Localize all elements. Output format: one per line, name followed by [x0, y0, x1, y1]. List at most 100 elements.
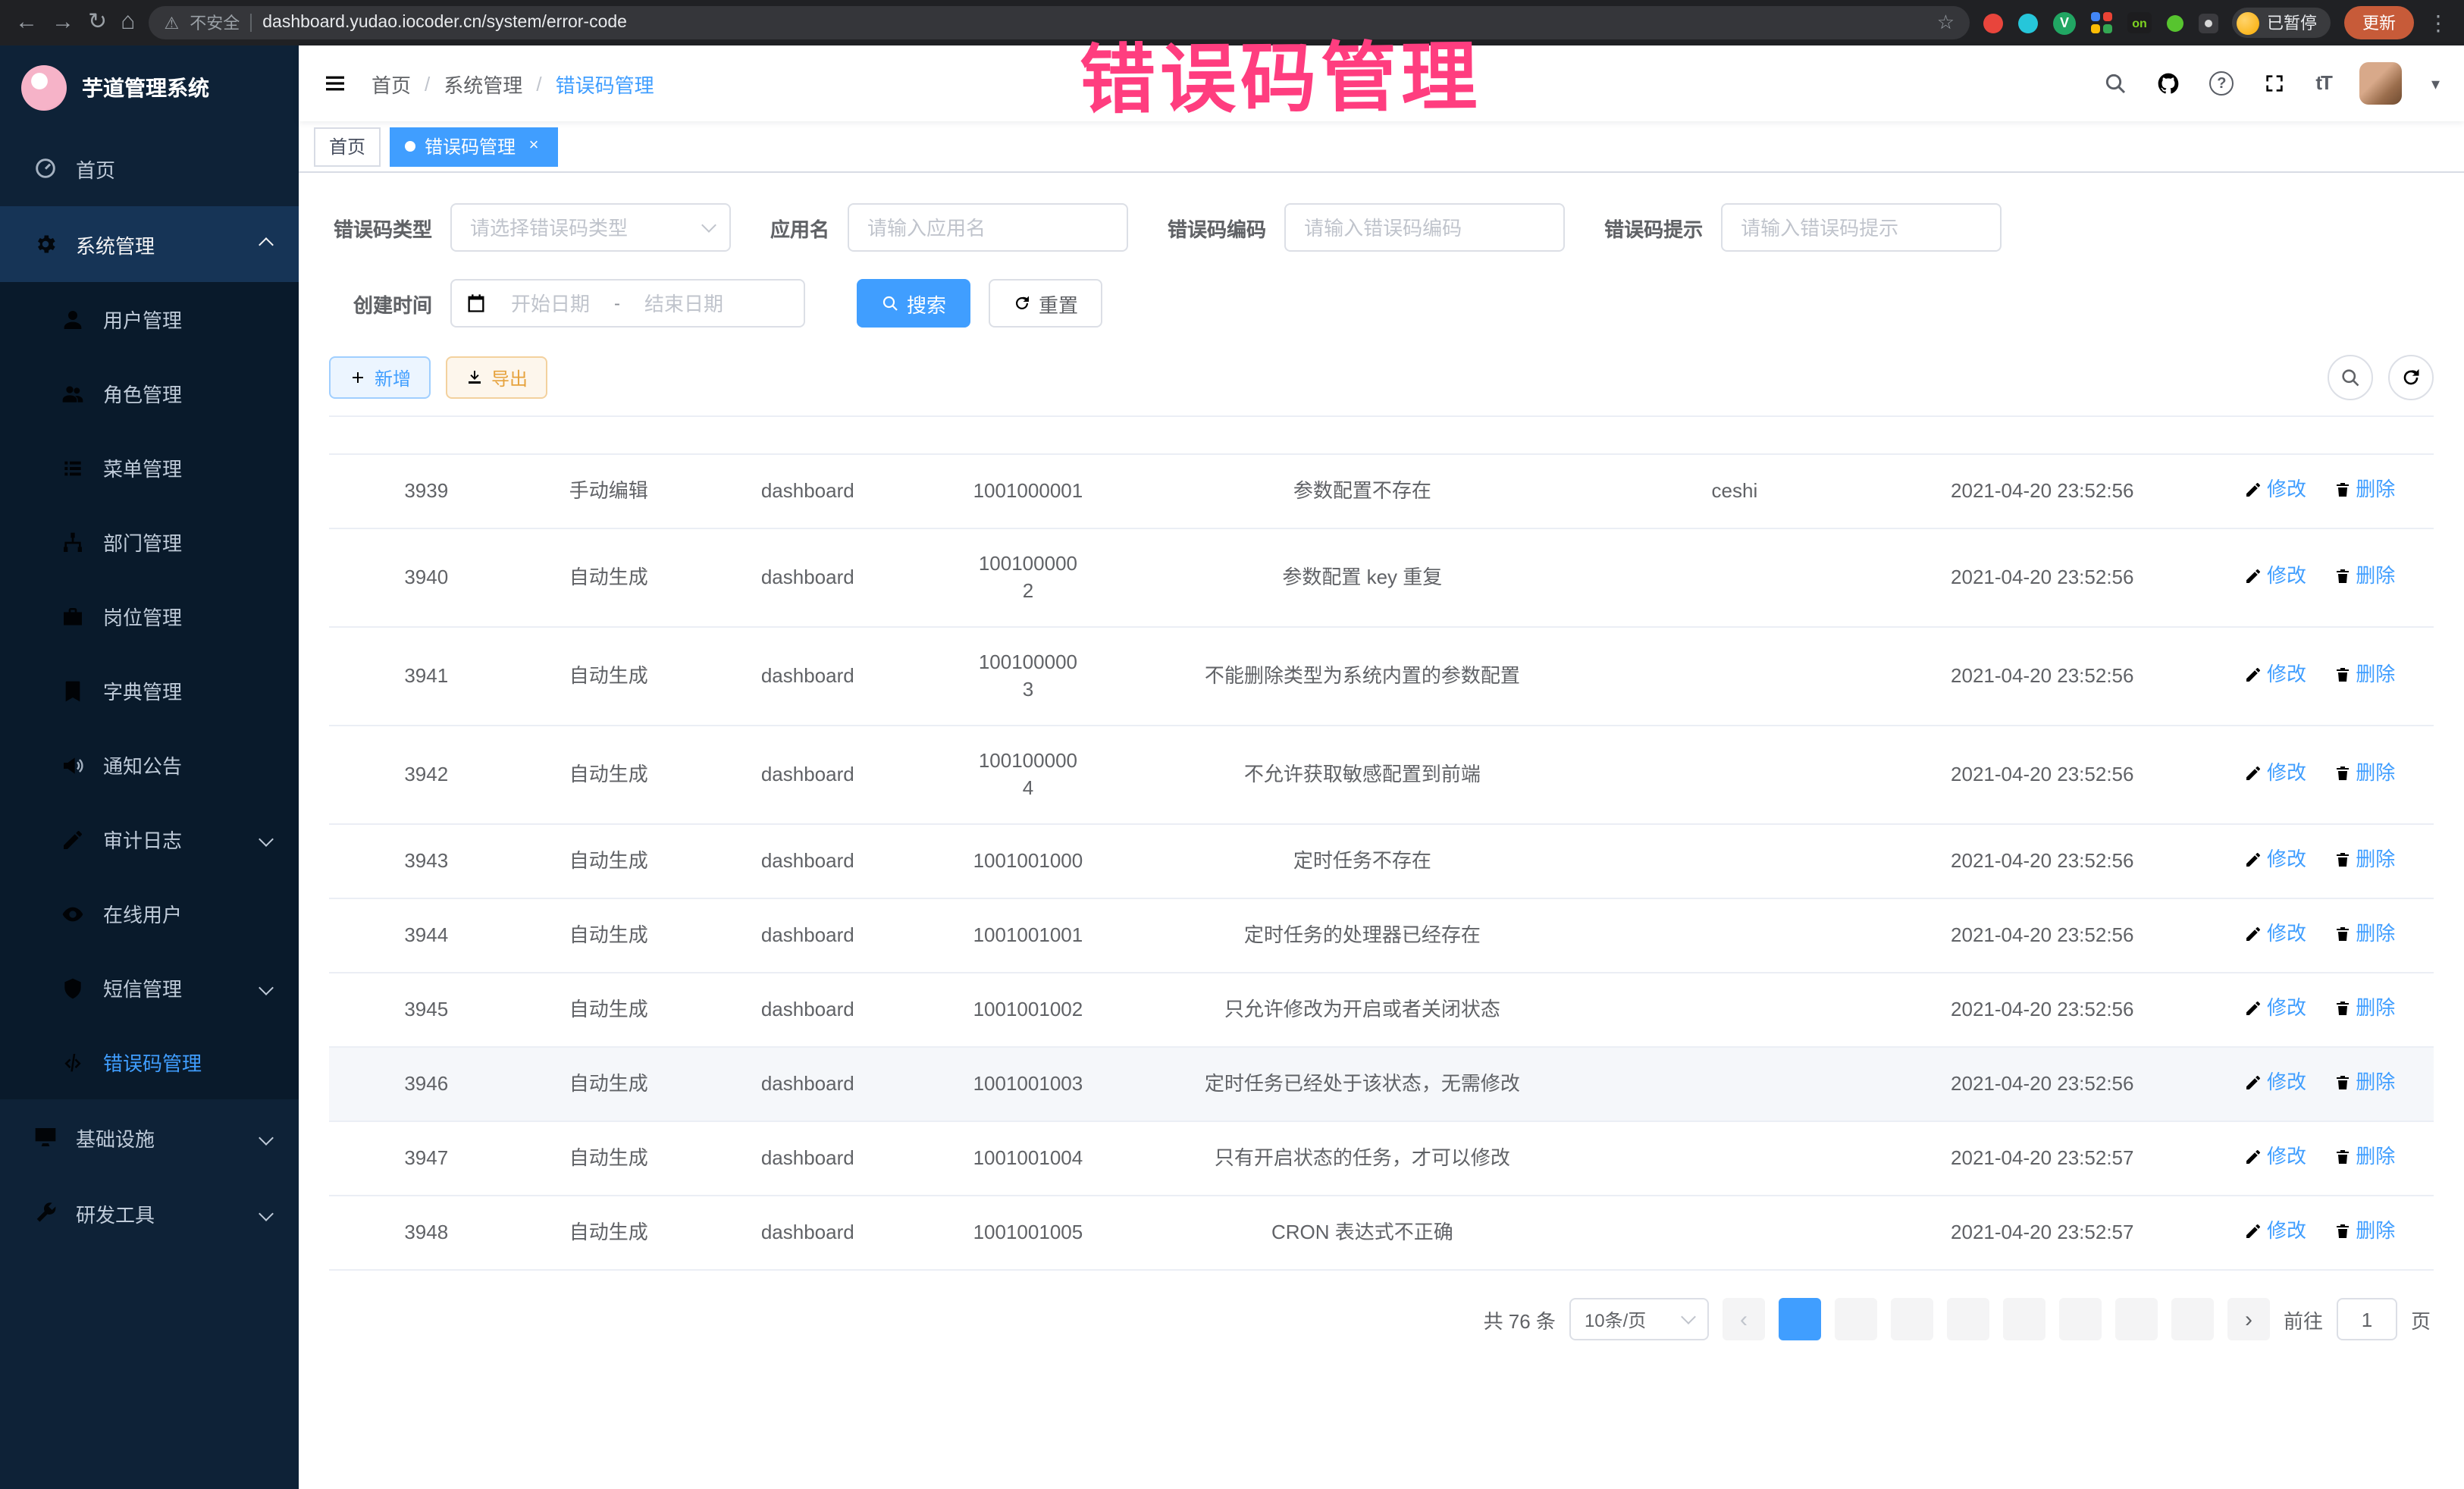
delete-button[interactable]: 删除	[2333, 846, 2395, 873]
sidebar-item-dictionary[interactable]: 字典管理	[0, 654, 299, 728]
export-button[interactable]: 导出	[446, 356, 547, 399]
edit-button[interactable]: 修改	[2244, 1218, 2306, 1245]
reset-button[interactable]: 重置	[989, 279, 1102, 328]
github-icon[interactable]	[2156, 71, 2180, 96]
breadcrumb-system[interactable]: 系统管理	[444, 69, 522, 98]
security-label[interactable]: 不安全	[190, 11, 240, 35]
sidebar-item-devtools[interactable]: 研发工具	[0, 1175, 299, 1251]
edit-button[interactable]: 修改	[2244, 1069, 2306, 1096]
sidebar-item-notice[interactable]: 通知公告	[0, 728, 299, 802]
delete-button[interactable]: 删除	[2333, 1218, 2395, 1245]
breadcrumb-home[interactable]: 首页	[371, 69, 411, 98]
sidebar-item-sms[interactable]: 短信管理	[0, 951, 299, 1025]
extension-green-v-icon[interactable]	[2053, 11, 2076, 34]
tab-error-code[interactable]: 错误码管理	[390, 127, 558, 166]
sidebar-item-users[interactable]: 用户管理	[0, 282, 299, 356]
edit-button[interactable]: 修改	[2244, 563, 2306, 590]
page-button[interactable]	[1779, 1298, 1821, 1340]
page-button[interactable]	[2059, 1298, 2102, 1340]
fullscreen-icon[interactable]	[2262, 71, 2287, 96]
add-button[interactable]: 新增	[329, 356, 431, 399]
extension-teal-icon[interactable]	[2018, 13, 2038, 33]
goto-page-input[interactable]	[2337, 1298, 2397, 1340]
user-avatar[interactable]	[2360, 62, 2403, 105]
sidebar-item-label: 在线用户	[103, 899, 271, 928]
browser-back-icon[interactable]	[15, 0, 38, 45]
extension-grid-icon[interactable]	[2091, 12, 2112, 33]
sidebar-item-label: 错误码管理	[103, 1048, 271, 1077]
sidebar-item-infrastructure[interactable]: 基础设施	[0, 1099, 299, 1175]
page-button[interactable]	[2171, 1298, 2214, 1340]
error-type-select-input[interactable]	[450, 203, 731, 252]
browser-forward-icon[interactable]	[52, 0, 74, 45]
sidebar-item-audit-log[interactable]: 审计日志	[0, 802, 299, 876]
page-button[interactable]	[2115, 1298, 2158, 1340]
date-range-picker[interactable]: -	[450, 279, 805, 328]
edit-button[interactable]: 修改	[2244, 661, 2306, 688]
extension-red-icon[interactable]	[1983, 13, 2003, 33]
refresh-table-button[interactable]	[2388, 355, 2434, 400]
address-bar[interactable]: 不安全 dashboard.yudao.iocoder.cn/system/er…	[149, 6, 1970, 39]
app-logo[interactable]: 芋道管理系统	[0, 45, 299, 130]
browser-update-button[interactable]: 更新	[2344, 6, 2414, 39]
browser-profile-chip[interactable]: 已暂停	[2232, 8, 2331, 38]
plus-icon	[349, 368, 367, 387]
error-code-input[interactable]	[1284, 203, 1565, 252]
sidebar-item-positions[interactable]: 岗位管理	[0, 579, 299, 654]
search-button[interactable]: 搜索	[857, 279, 970, 328]
sidebar-item-departments[interactable]: 部门管理	[0, 505, 299, 579]
extension-dark-icon[interactable]	[2199, 13, 2218, 33]
edit-button[interactable]: 修改	[2244, 1143, 2306, 1171]
edit-button[interactable]: 修改	[2244, 760, 2306, 787]
page-button[interactable]	[2003, 1298, 2045, 1340]
delete-button[interactable]: 删除	[2333, 1143, 2395, 1171]
next-page-button[interactable]	[2227, 1298, 2270, 1340]
hamburger-icon[interactable]	[323, 71, 347, 96]
sidebar-item-system[interactable]: 系统管理	[0, 206, 299, 282]
page-size-select[interactable]: 10条/页	[1569, 1298, 1709, 1340]
bookmark-star-icon[interactable]	[1937, 9, 1955, 36]
sidebar-item-menus[interactable]: 菜单管理	[0, 431, 299, 505]
edit-button[interactable]: 修改	[2244, 846, 2306, 873]
active-tab-dot	[405, 141, 415, 152]
end-date-input[interactable]	[629, 290, 738, 316]
edit-button[interactable]: 修改	[2244, 920, 2306, 948]
delete-button[interactable]: 删除	[2333, 920, 2395, 948]
delete-button[interactable]: 删除	[2333, 661, 2395, 688]
error-type-select[interactable]	[450, 203, 731, 252]
extension-on-icon[interactable]	[2127, 12, 2152, 33]
sidebar-item-error-code[interactable]: 错误码管理	[0, 1025, 299, 1099]
page-button[interactable]	[1835, 1298, 1877, 1340]
sidebar-item-home[interactable]: 首页	[0, 130, 299, 206]
extension-green-dot-icon[interactable]	[2167, 14, 2183, 31]
prev-page-button[interactable]	[1723, 1298, 1765, 1340]
start-date-input[interactable]	[496, 290, 605, 316]
table-row: 3948 自动生成 dashboard 1001001005 CRON 表达式不…	[329, 1196, 2434, 1270]
page-button[interactable]	[1891, 1298, 1933, 1340]
url-text[interactable]: dashboard.yudao.iocoder.cn/system/error-…	[262, 14, 1926, 32]
sidebar-item-online-users[interactable]: 在线用户	[0, 876, 299, 951]
browser-reload-icon[interactable]	[88, 0, 107, 45]
delete-button[interactable]: 删除	[2333, 995, 2395, 1022]
delete-button[interactable]: 删除	[2333, 760, 2395, 787]
font-size-icon[interactable]	[2315, 70, 2331, 97]
tab-home[interactable]: 首页	[314, 127, 381, 166]
browser-home-icon[interactable]	[121, 0, 135, 45]
error-message-input[interactable]	[1721, 203, 2002, 252]
close-icon[interactable]	[525, 137, 543, 155]
toggle-search-button[interactable]	[2328, 355, 2373, 400]
delete-button[interactable]: 删除	[2333, 1069, 2395, 1096]
search-icon[interactable]	[2103, 71, 2127, 96]
edit-button[interactable]: 修改	[2244, 476, 2306, 503]
delete-button[interactable]: 删除	[2333, 563, 2395, 590]
delete-button[interactable]: 删除	[2333, 476, 2395, 503]
edit-button[interactable]: 修改	[2244, 995, 2306, 1022]
browser-menu-icon[interactable]	[2428, 0, 2449, 46]
help-icon[interactable]	[2209, 71, 2234, 96]
app-name-input[interactable]	[848, 203, 1128, 252]
cell-type: 手动编辑	[524, 454, 694, 528]
chevron-down-icon[interactable]	[2431, 70, 2440, 97]
sidebar-item-roles[interactable]: 角色管理	[0, 356, 299, 431]
cell-error-message: CRON 表达式不正确	[1134, 1196, 1590, 1270]
page-button[interactable]	[1947, 1298, 1989, 1340]
